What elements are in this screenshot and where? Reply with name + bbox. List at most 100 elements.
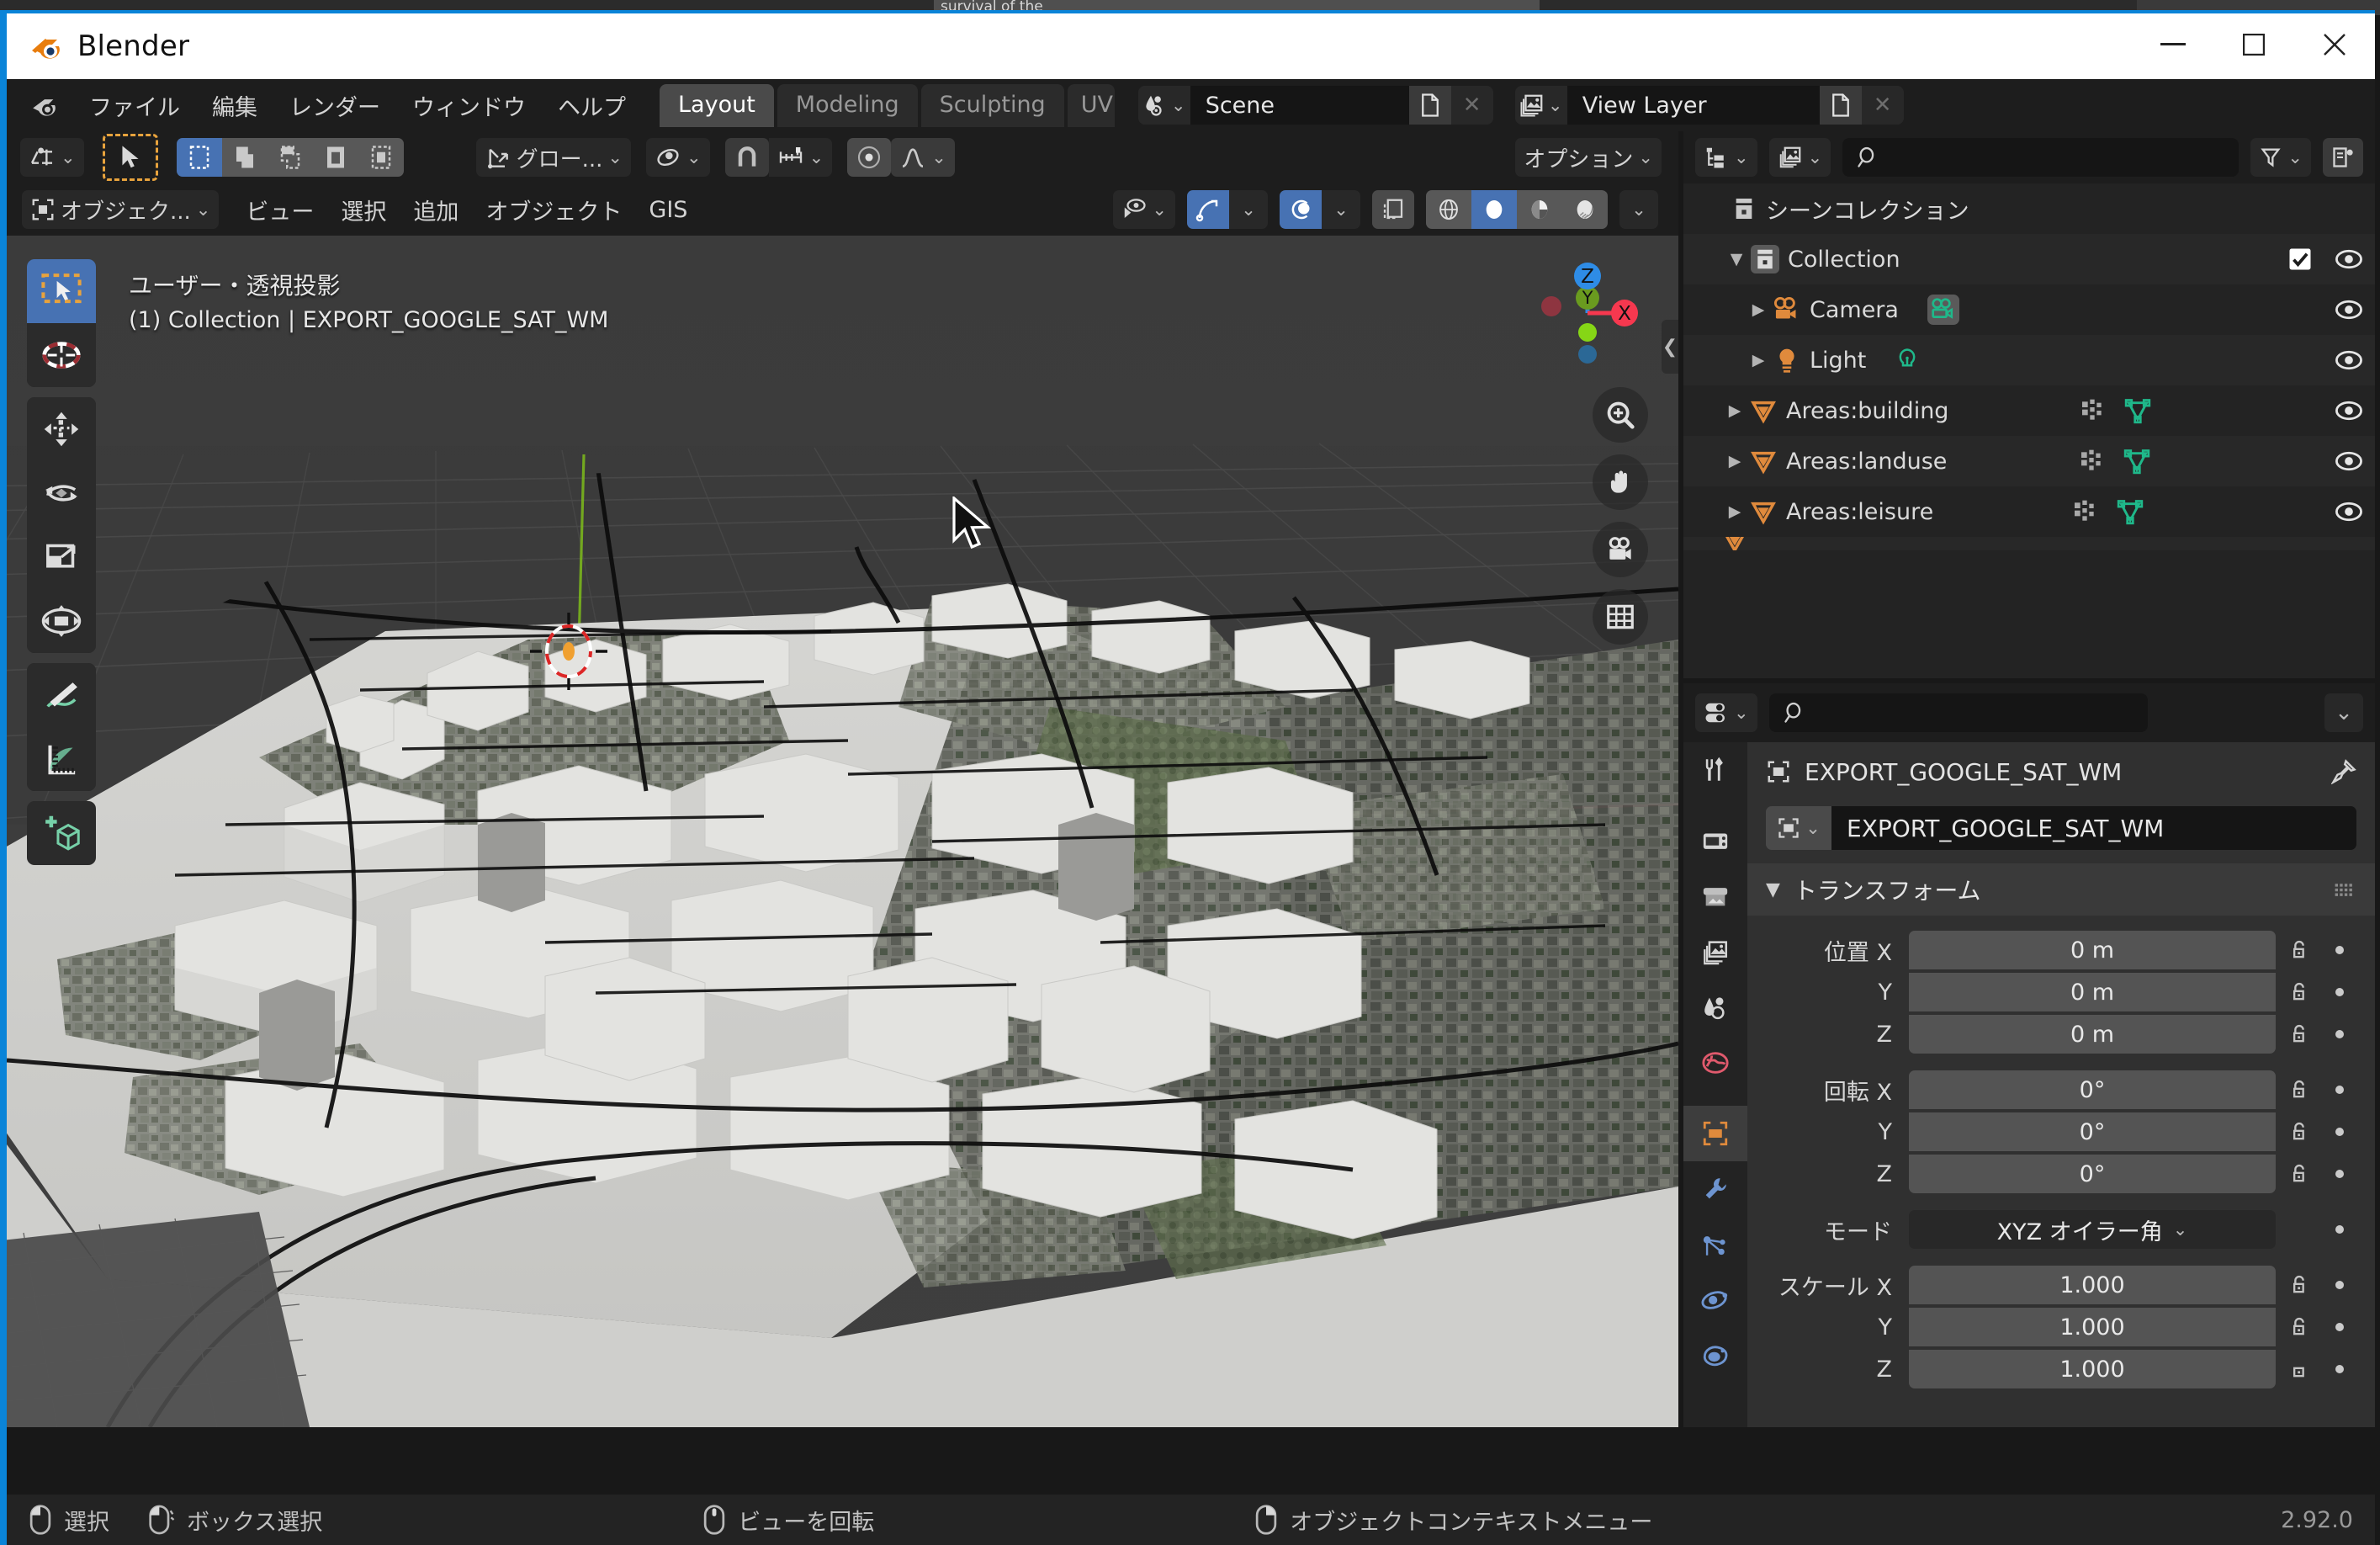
menu-window[interactable]: ウィンドウ — [397, 84, 541, 127]
minimize-button[interactable] — [2133, 12, 2213, 77]
outliner-row-light[interactable]: ▶ Light — [1683, 335, 2375, 385]
tab-physics[interactable] — [1683, 1272, 1747, 1328]
animate-location-z-dot[interactable] — [2323, 1027, 2356, 1041]
object-visibility-dropdown[interactable]: ⌄ — [1113, 190, 1175, 229]
outliner-row-collection[interactable]: ▼ Collection — [1683, 234, 2375, 284]
outliner-row-areas-landuse[interactable]: ▶ Areas:landuse — [1683, 436, 2375, 486]
tab-sculpting[interactable]: Sculpting — [920, 83, 1064, 127]
checkbox-checked[interactable] — [2287, 247, 2313, 272]
tab-output[interactable] — [1683, 868, 1747, 924]
outliner-search-input[interactable] — [1842, 138, 2240, 177]
properties-search-input[interactable] — [1768, 693, 2148, 732]
falloff-smooth-dropdown[interactable]: ⌄ — [891, 138, 955, 177]
rotation-x-field[interactable]: 0° — [1909, 1070, 2276, 1109]
gizmo-toggle[interactable] — [1187, 190, 1229, 229]
shading-mode-group[interactable] — [1426, 190, 1608, 229]
menu-edit[interactable]: 編集 — [197, 84, 273, 127]
tab-modifiers[interactable] — [1683, 1161, 1747, 1217]
viewport-menu-select[interactable]: 選択 — [327, 188, 400, 231]
viewport-menu-object[interactable]: オブジェクト — [472, 188, 635, 231]
tweak-tool[interactable] — [27, 259, 96, 323]
add-cube-tool[interactable] — [27, 801, 96, 865]
animate-scale-x-dot[interactable] — [2323, 1278, 2356, 1292]
modifier-icon[interactable] — [2078, 448, 2105, 475]
editor-type-3dview-icon[interactable]: ⌄ — [20, 138, 84, 177]
close-button[interactable] — [2294, 12, 2375, 77]
menu-render[interactable]: レンダー — [274, 84, 395, 127]
viewport-menu-add[interactable]: 追加 — [400, 188, 472, 231]
viewport-canvas[interactable]: ユーザー・透視投影 (1) Collection | EXPORT_GOOGLE… — [7, 236, 1678, 1427]
transform-panel-header[interactable]: ▼ トランスフォーム — [1747, 863, 2375, 916]
tab-scene[interactable] — [1683, 980, 1747, 1035]
transform-orientation-dropdown[interactable]: グロー... ⌄ — [475, 138, 632, 177]
select-mode-group[interactable] — [176, 138, 404, 177]
view-layer-icon[interactable]: ⌄ — [1514, 86, 1567, 125]
lock-rotation-x-icon[interactable] — [2276, 1078, 2323, 1102]
viewport-menu-gis[interactable]: GIS — [635, 192, 701, 228]
visibility-eye-icon[interactable] — [2335, 247, 2363, 272]
ortho-persp-icon[interactable] — [1593, 589, 1648, 645]
outliner-row-scene-collection[interactable]: シーンコレクション — [1683, 183, 2375, 234]
animate-rotation-mode-dot[interactable] — [2323, 1223, 2356, 1236]
gizmo-options-dropdown[interactable]: ⌄ — [1229, 190, 1268, 229]
zoom-icon[interactable] — [1593, 387, 1648, 443]
3d-viewport[interactable]: ⌄ グロー... ⌄ ⌄ ⌄ ⌄ オプション ⌄ オブジェク... ⌄ ビュー … — [7, 131, 1678, 1427]
mesh-data-icon[interactable] — [2123, 448, 2150, 475]
visibility-eye-icon[interactable] — [2335, 449, 2363, 474]
tab-particles[interactable] — [1683, 1217, 1747, 1272]
menu-file[interactable]: ファイル — [74, 84, 195, 127]
animate-rotation-y-dot[interactable] — [2323, 1125, 2356, 1139]
menu-help[interactable]: ヘルプ — [543, 84, 641, 127]
outliner-extra-icon[interactable] — [2323, 138, 2363, 177]
visibility-eye-icon[interactable] — [2335, 348, 2363, 373]
move-tool[interactable] — [27, 397, 96, 461]
view-layer-name-field[interactable]: View Layer — [1566, 86, 1820, 125]
lock-rotation-y-icon[interactable] — [2276, 1120, 2323, 1144]
lock-scale-z-icon[interactable] — [2276, 1357, 2323, 1381]
select-mode-extend[interactable] — [221, 138, 268, 177]
transform-tool[interactable] — [27, 589, 96, 653]
lock-location-z-icon[interactable] — [2276, 1022, 2323, 1046]
shading-wireframe[interactable] — [1426, 190, 1471, 229]
tab-uv[interactable]: UV — [1067, 83, 1115, 127]
outliner-editor[interactable]: ⌄ ⌄ ⌄ シーンコレクション ▼ Collection ▶ Camera ▶ … — [1683, 131, 2375, 678]
rotation-z-field[interactable]: 0° — [1909, 1155, 2276, 1193]
scale-y-field[interactable]: 1.000 — [1909, 1308, 2276, 1346]
animate-location-x-dot[interactable] — [2323, 943, 2356, 957]
new-view-layer-button[interactable] — [1819, 86, 1862, 125]
panel-collapse-triangle[interactable]: ▼ — [1766, 879, 1780, 900]
snap-target-dropdown[interactable]: ⌄ — [768, 138, 833, 177]
hand-pan-icon[interactable] — [1593, 454, 1648, 510]
select-mode-set[interactable] — [176, 138, 222, 177]
object-name-field[interactable]: EXPORT_GOOGLE_SAT_WM — [1831, 806, 2356, 850]
light-data-icon[interactable] — [1895, 348, 1920, 373]
object-id-type-icon[interactable]: ⌄ — [1766, 806, 1831, 850]
viewport-menu-view[interactable]: ビュー — [232, 188, 327, 231]
interaction-mode-dropdown[interactable]: オブジェク... ⌄ — [22, 190, 220, 229]
panel-grip-icon[interactable] — [2335, 882, 2356, 897]
navigation-gizmo[interactable]: Y Z X — [1534, 258, 1643, 367]
scene-name-field[interactable]: Scene — [1190, 86, 1409, 125]
proportional-edit-icon[interactable] — [847, 138, 892, 177]
tab-object[interactable] — [1683, 1106, 1747, 1161]
new-scene-button[interactable] — [1408, 86, 1451, 125]
location-y-field[interactable]: 0 m — [1909, 973, 2276, 1011]
animate-rotation-z-dot[interactable] — [2323, 1167, 2356, 1181]
modifier-icon[interactable] — [2079, 397, 2106, 424]
select-mode-subtract[interactable] — [267, 138, 313, 177]
sidebar-toggle-arrow[interactable]: ❮ — [1662, 320, 1678, 374]
lock-location-y-icon[interactable] — [2276, 980, 2323, 1004]
outliner-display-mode-icon[interactable]: ⌄ — [1695, 138, 1757, 177]
lock-rotation-z-icon[interactable] — [2276, 1162, 2323, 1186]
pivot-point-dropdown[interactable]: ⌄ — [646, 138, 710, 177]
disclosure-triangle[interactable]: ▶ — [1720, 452, 1749, 470]
animate-rotation-x-dot[interactable] — [2323, 1083, 2356, 1096]
rotation-y-field[interactable]: 0° — [1909, 1112, 2276, 1151]
outliner-row-areas-building[interactable]: ▶ Areas:building — [1683, 385, 2375, 436]
xray-toggle[interactable] — [1372, 190, 1414, 229]
filter-funnel-icon[interactable]: ⌄ — [2250, 138, 2311, 177]
unlink-scene-button[interactable]: ✕ — [1450, 86, 1493, 125]
select-mode-invert[interactable] — [312, 138, 358, 177]
disclosure-triangle[interactable]: ▶ — [1744, 300, 1773, 319]
location-z-field[interactable]: 0 m — [1909, 1015, 2276, 1054]
